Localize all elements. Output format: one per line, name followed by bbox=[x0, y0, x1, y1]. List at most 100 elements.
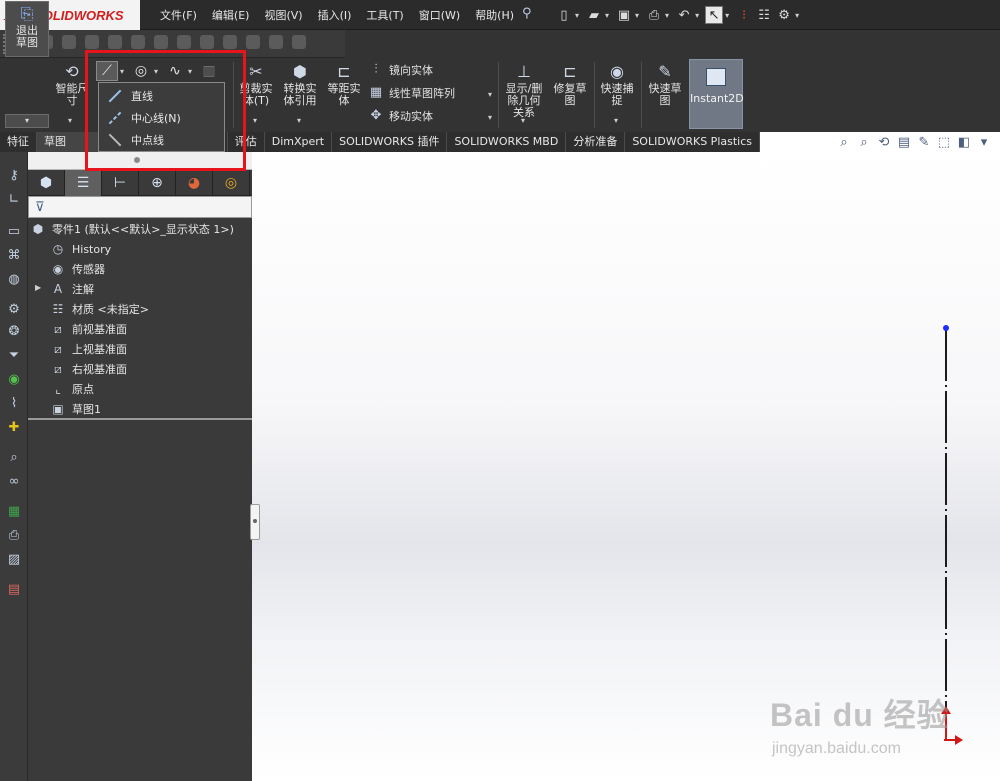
tab-dimxpert[interactable]: DimXpert bbox=[265, 132, 333, 152]
save-icon[interactable]: ▣ bbox=[615, 6, 633, 24]
tab-solidworks-addins[interactable]: SOLIDWORKS 插件 bbox=[332, 132, 448, 152]
hide-show-icon[interactable]: ▾ bbox=[975, 135, 993, 151]
traffic-light-icon[interactable]: ⁝ bbox=[735, 6, 753, 24]
zoom-area-icon[interactable]: ⌕ bbox=[855, 135, 873, 151]
wheel-icon[interactable]: ❂ bbox=[6, 324, 22, 340]
graphics-area[interactable] bbox=[252, 152, 1000, 781]
tree-item-material[interactable]: ☷ 材质 <未指定> bbox=[50, 301, 149, 317]
chevron-down-icon[interactable]: ▾ bbox=[605, 11, 609, 20]
tree-item-origin[interactable]: ⌞ 原点 bbox=[50, 381, 94, 397]
cam-manager-tab-icon[interactable]: ◎ bbox=[213, 170, 250, 196]
tree-item-annotations[interactable]: A 注解 bbox=[50, 281, 94, 297]
chevron-down-icon[interactable]: ▾ bbox=[635, 11, 639, 20]
menu-insert[interactable]: 插入(I) bbox=[318, 7, 352, 23]
chevron-down-icon[interactable]: ▾ bbox=[665, 11, 669, 20]
linear-pattern-button[interactable]: ▦ 线性草图阵列 bbox=[368, 85, 455, 101]
dimxpert-manager-tab-icon[interactable]: ⊕ bbox=[139, 170, 176, 196]
menu-file[interactable]: 文件(F) bbox=[160, 7, 197, 23]
chevron-down-icon[interactable]: ▾ bbox=[68, 116, 72, 125]
tree-root-part[interactable]: ⬢ 零件1 (默认<<默认>_显示状态 1>) bbox=[30, 221, 234, 237]
quick-snaps-button[interactable]: ◉ 快速捕捉 bbox=[597, 63, 637, 107]
menu-help[interactable]: 帮助(H) bbox=[475, 7, 514, 23]
binoculars-icon[interactable]: ∞ bbox=[6, 474, 22, 490]
new-file-icon[interactable]: ▯ bbox=[555, 6, 573, 24]
globe-icon[interactable]: ◍ bbox=[6, 272, 22, 288]
dynamic-annotation-icon[interactable]: ✎ bbox=[915, 135, 933, 151]
zoom-to-fit-icon[interactable]: ⌕ bbox=[835, 135, 853, 151]
chevron-down-icon[interactable]: ▾ bbox=[488, 113, 492, 122]
target-icon[interactable]: ◉ bbox=[6, 372, 22, 388]
tree-item-top-plane[interactable]: ⧄ 上视基准面 bbox=[50, 341, 127, 357]
menu-tools[interactable]: 工具(T) bbox=[366, 7, 403, 23]
menu-edit[interactable]: 编辑(E) bbox=[212, 7, 250, 23]
tree-item-right-plane[interactable]: ⧄ 右视基准面 bbox=[50, 361, 127, 377]
tab-solidworks-plastics[interactable]: SOLIDWORKS Plastics bbox=[625, 132, 760, 152]
tree-item-history[interactable]: ◷ History bbox=[50, 241, 111, 257]
options-list-icon[interactable]: ☷ bbox=[755, 6, 773, 24]
undo-icon[interactable]: ↶ bbox=[675, 6, 693, 24]
display-manager-tab-icon[interactable]: ◕ bbox=[176, 170, 213, 196]
corner-icon[interactable]: ∟ bbox=[6, 192, 22, 208]
open-icon[interactable]: ▰ bbox=[585, 6, 603, 24]
tab-solidworks-mbd[interactable]: SOLIDWORKS MBD bbox=[447, 132, 567, 152]
gear-icon[interactable]: ⚙ bbox=[6, 302, 22, 318]
configuration-manager-tab-icon[interactable]: ⊢ bbox=[102, 170, 139, 196]
key-icon[interactable]: ⚷ bbox=[6, 168, 22, 184]
previous-view-icon[interactable]: ⟲ bbox=[875, 135, 893, 151]
rollback-bar[interactable] bbox=[28, 418, 252, 420]
hierarchy-icon[interactable]: ⌘ bbox=[6, 248, 22, 264]
move-entities-button[interactable]: ✥ 移动实体 bbox=[368, 108, 433, 124]
chevron-down-icon[interactable]: ▾ bbox=[795, 11, 799, 20]
book-icon[interactable]: ▤ bbox=[6, 582, 22, 598]
sketch-endpoint[interactable] bbox=[943, 325, 949, 331]
origin-x-arrow bbox=[955, 735, 963, 745]
chevron-down-icon[interactable]: ▾ bbox=[253, 116, 257, 125]
chevron-down-icon[interactable]: ▾ bbox=[488, 90, 492, 99]
view-orientation-icon[interactable]: ⬚ bbox=[935, 135, 953, 151]
section-view-icon[interactable]: ▤ bbox=[895, 135, 913, 151]
chevron-down-icon[interactable]: ▾ bbox=[725, 11, 729, 20]
chevron-down-icon[interactable]: ▾ bbox=[521, 116, 525, 125]
tree-item-label: 原点 bbox=[72, 383, 94, 396]
display-style-icon[interactable]: ◧ bbox=[955, 135, 973, 151]
panel-splitter[interactable] bbox=[250, 504, 260, 540]
spring-icon[interactable]: ⌇ bbox=[6, 396, 22, 412]
rapid-sketch-button[interactable]: ✎ 快速草图 bbox=[644, 63, 686, 107]
display-delete-relations-button[interactable]: ⊥ 显示/删除几何关系 bbox=[502, 63, 546, 119]
excel-icon[interactable]: ▦ bbox=[6, 504, 22, 520]
tree-item-sensors[interactable]: ◉ 传感器 bbox=[50, 261, 105, 277]
tab-features[interactable]: 特征 bbox=[0, 132, 37, 152]
offset-entities-button[interactable]: ⊏ 等距实体 bbox=[324, 63, 364, 107]
tree-item-sketch1[interactable]: ▣ 草图1 bbox=[50, 401, 101, 417]
image-icon[interactable]: ▨ bbox=[6, 552, 22, 568]
monitor-icon[interactable]: ▭ bbox=[6, 224, 22, 240]
exit-sketch-dropdown[interactable]: ▾ bbox=[5, 114, 49, 128]
select-icon[interactable]: ↖ bbox=[705, 6, 724, 24]
chevron-down-icon[interactable]: ▾ bbox=[297, 116, 301, 125]
chevron-down-icon[interactable]: ▾ bbox=[575, 11, 579, 20]
printer-icon[interactable]: ⎙ bbox=[6, 528, 22, 544]
menu-window[interactable]: 窗口(W) bbox=[419, 7, 460, 23]
tab-analysis-prep[interactable]: 分析准备 bbox=[566, 132, 626, 152]
gear-icon[interactable]: ⚙ bbox=[775, 6, 793, 24]
chevron-down-icon[interactable]: ▾ bbox=[695, 11, 699, 20]
trim-icon: ✂ bbox=[249, 62, 263, 81]
menu-view[interactable]: 视图(V) bbox=[264, 7, 302, 23]
cup-icon[interactable]: ⏷ bbox=[6, 348, 22, 364]
sketch-centerline[interactable] bbox=[945, 329, 947, 714]
tree-item-front-plane[interactable]: ⧄ 前视基准面 bbox=[50, 321, 127, 337]
property-manager-tab-icon[interactable]: ☰ bbox=[65, 170, 102, 196]
mirror-entities-button[interactable]: ⫶ 镜向实体 bbox=[368, 62, 433, 78]
convert-entities-button[interactable]: ⬢ 转换实体引用 bbox=[280, 63, 320, 107]
pipe-icon[interactable]: ✚ bbox=[6, 420, 22, 436]
print-icon[interactable]: ⎙ bbox=[645, 6, 663, 24]
instant2d-button[interactable]: Instant2D bbox=[689, 59, 744, 129]
pin-icon[interactable]: ⚲ bbox=[522, 6, 532, 21]
feature-manager-tab-icon[interactable]: ⬢ bbox=[28, 170, 65, 196]
exit-sketch-button[interactable]: ⎘ 退出草图 bbox=[5, 1, 49, 57]
expand-icon[interactable]: ▶ bbox=[35, 283, 41, 292]
chevron-down-icon[interactable]: ▾ bbox=[614, 116, 618, 125]
magnifier-icon[interactable]: ⌕ bbox=[6, 450, 22, 466]
repair-sketch-button[interactable]: ⊏ 修复草图 bbox=[550, 63, 590, 107]
feature-filter[interactable]: ⊽ bbox=[28, 196, 252, 218]
